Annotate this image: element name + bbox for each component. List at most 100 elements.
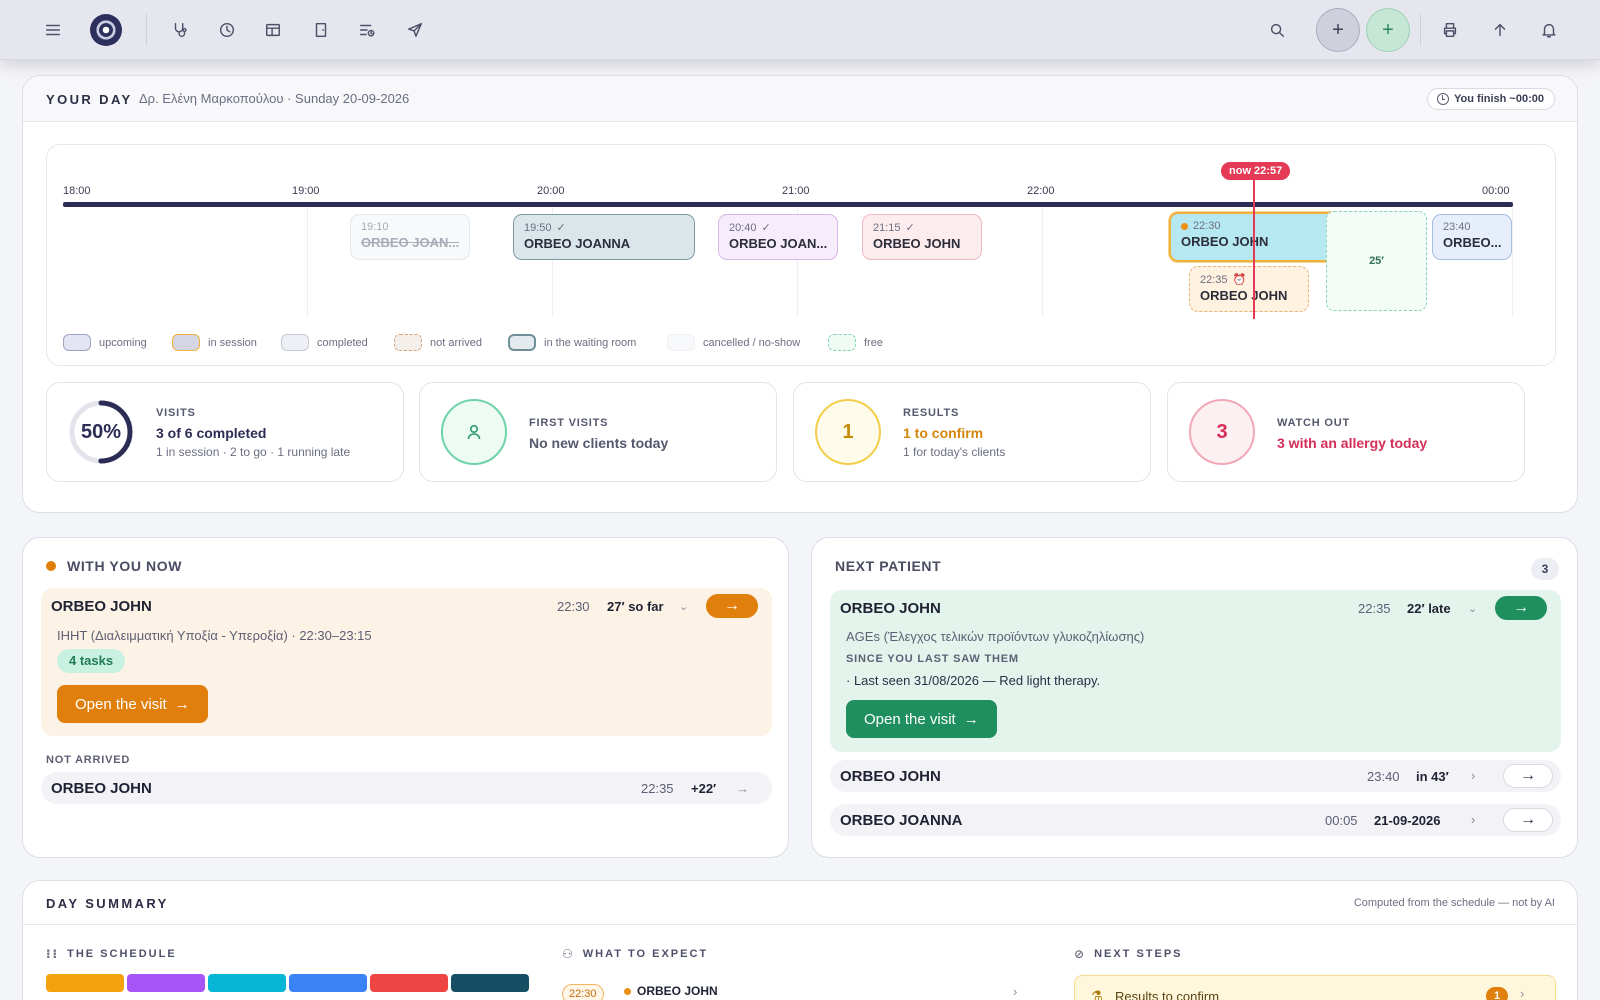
open-queue-visit-button[interactable]: → xyxy=(1503,764,1553,788)
queue-row[interactable]: ORBEO JOHN 23:40 in 43′ › → xyxy=(830,760,1561,792)
hour-label: 19:00 xyxy=(292,185,320,197)
arrow-right-icon: → xyxy=(963,710,979,728)
appointment-name: ORBEO... xyxy=(1443,235,1502,250)
visits-sub: 1 in session · 2 to go · 1 running late xyxy=(156,445,351,459)
alarm-icon: ⏰ xyxy=(1232,274,1247,286)
with-you-now-title: WITH YOU NOW xyxy=(67,558,183,574)
chevron-right-icon[interactable]: › xyxy=(1471,812,1475,827)
open-next-visit-button[interactable]: Open the visit → xyxy=(846,700,997,738)
results-stat-card[interactable]: 1 RESULTS 1 to confirm 1 for today's cli… xyxy=(793,382,1151,482)
next-step-count: 1 xyxy=(1486,987,1508,1000)
chevron-right-icon[interactable]: › xyxy=(1013,984,1017,999)
patient-name: ORBEO JOANNA xyxy=(840,812,963,829)
next-patient-name: ORBEO JOHN xyxy=(840,600,941,617)
session-start-time: 22:30 xyxy=(557,599,590,614)
schedule-label: THE SCHEDULE xyxy=(67,948,177,960)
hour-label: 00:00 xyxy=(1482,185,1510,197)
not-arrived-row[interactable]: ORBEO JOHN 22:35 +22′ → xyxy=(41,772,772,804)
appointment-time: 22:35 xyxy=(641,781,674,796)
visit-detail: ΙΗΗΤ (Διαλειμματική Υποξία - Υπεροξία) ·… xyxy=(57,628,372,643)
appointment-block[interactable]: 23:40 ORBEO... xyxy=(1432,214,1512,260)
app-logo[interactable] xyxy=(90,14,122,46)
your-day-title: YOUR DAY xyxy=(46,92,133,107)
next-patient-panel: ORBEO JOHN 22:35 22′ late ⌄ → AGEs (Έλεγ… xyxy=(830,590,1561,752)
check-icon: ✓ xyxy=(556,222,566,234)
arrow-right-icon: → xyxy=(174,695,190,713)
watch-out-stat-card[interactable]: 3 WATCH OUT 3 with an allergy today xyxy=(1167,382,1525,482)
appointment-name: ORBEO JOAN... xyxy=(361,235,460,250)
tasks-badge[interactable]: 4 tasks xyxy=(57,649,126,673)
visits-stat-card[interactable]: 50% VISITS 3 of 6 completed 1 in session… xyxy=(46,382,404,482)
appointment-time: 19:10 xyxy=(361,221,389,233)
bell-icon[interactable] xyxy=(1534,15,1564,45)
legend-item: in the waiting room xyxy=(508,334,636,351)
stethoscope-icon[interactable] xyxy=(165,15,195,45)
schedule-segment xyxy=(208,974,286,992)
legend-label: in session xyxy=(208,336,257,349)
check-icon: ✓ xyxy=(905,222,915,234)
appointment-block[interactable]: 19:10 ORBEO JOAN... xyxy=(350,214,470,260)
go-to-visit-button[interactable]: → xyxy=(706,594,758,618)
open-queue-visit-button[interactable]: → xyxy=(1503,808,1553,832)
expect-patient-name[interactable]: ORBEO JOHN xyxy=(637,984,718,998)
legend-label: cancelled / no-show xyxy=(703,336,801,349)
delay-value: +22′ xyxy=(691,781,717,796)
appointment-block[interactable]: 19:50 ✓ ORBEO JOANNA xyxy=(513,214,695,260)
now-indicator: now 22:57 xyxy=(1221,162,1291,180)
legend-swatch xyxy=(667,334,695,351)
watch-out-value: 3 with an allergy today xyxy=(1277,435,1428,451)
add-button[interactable]: + xyxy=(1316,8,1360,52)
appointment-block-in-session[interactable]: 22:30 ORBEO JOHN xyxy=(1169,212,1351,262)
free-slot[interactable]: 25′ xyxy=(1326,211,1427,311)
queue-row[interactable]: ORBEO JOANNA 00:05 21-09-2026 › → xyxy=(830,804,1561,836)
appointment-time: 20:40 xyxy=(729,221,757,234)
chevron-right-icon: › xyxy=(1520,986,1525,1000)
chevron-right-icon[interactable]: › xyxy=(1471,768,1475,783)
chevron-down-icon[interactable]: ⌄ xyxy=(679,600,688,613)
hour-label: 22:00 xyxy=(1027,185,1055,197)
send-icon[interactable] xyxy=(400,15,430,45)
open-visit-button[interactable]: Open the visit → xyxy=(57,685,208,723)
clock-icon[interactable] xyxy=(212,15,242,45)
search-icon[interactable] xyxy=(1262,15,1292,45)
next-steps-heading: ⊘ NEXT STEPS xyxy=(1074,947,1183,961)
layout-icon[interactable] xyxy=(258,15,288,45)
queue-count-badge: 3 xyxy=(1531,558,1559,580)
appointment-block-not-arrived[interactable]: 22:35 ⏰ ORBEO JOHN xyxy=(1189,266,1309,312)
appointment-time: 22:35 xyxy=(1358,601,1391,616)
grid-line xyxy=(307,207,308,317)
open-visit-label: Open the visit xyxy=(864,710,956,728)
appointment-block[interactable]: 21:15 ✓ ORBEO JOHN xyxy=(862,214,982,260)
upload-icon[interactable] xyxy=(1485,15,1515,45)
menu-icon[interactable] xyxy=(38,15,68,45)
appointment-time: 23:40 xyxy=(1443,221,1471,233)
status-dot xyxy=(624,988,631,995)
your-day-subtitle: Δρ. Ελένη Μαρκοπούλου · Sunday 20-09-202… xyxy=(139,91,410,106)
results-count: 1 xyxy=(815,399,881,465)
print-icon[interactable] xyxy=(1435,15,1465,45)
list-clock-icon[interactable] xyxy=(352,15,382,45)
appointment-time: 23:40 xyxy=(1367,769,1400,784)
add-appointment-button[interactable]: + xyxy=(1366,8,1410,52)
legend-item: in session xyxy=(172,334,257,351)
person-icon xyxy=(467,424,481,440)
schedule-segment xyxy=(370,974,448,992)
next-patient-title: NEXT PATIENT xyxy=(835,558,942,574)
go-to-next-visit-button[interactable]: → xyxy=(1495,596,1547,620)
day-summary-title: DAY SUMMARY xyxy=(46,896,169,911)
door-icon[interactable] xyxy=(306,15,336,45)
legend-swatch xyxy=(172,334,200,351)
next-step-item[interactable]: ⚗ Results to confirm 1 › xyxy=(1074,975,1556,1000)
check-icon: ✓ xyxy=(761,222,771,234)
chevron-down-icon[interactable]: ⌄ xyxy=(1468,602,1477,615)
legend-swatch xyxy=(63,334,91,351)
appointment-time: 19:50 xyxy=(524,221,552,234)
status-dot xyxy=(1181,222,1188,230)
appointment-block[interactable]: 20:40 ✓ ORBEO JOAN... xyxy=(718,214,838,260)
first-visits-stat-card[interactable]: FIRST VISITS No new clients today xyxy=(419,382,777,482)
results-value: 1 to confirm xyxy=(903,425,984,441)
legend-label: free xyxy=(864,336,883,349)
schedule-segment xyxy=(46,974,124,992)
your-day-header: YOUR DAY Δρ. Ελένη Μαρκοπούλου · Sunday … xyxy=(23,76,1577,122)
legend-swatch xyxy=(508,334,536,351)
